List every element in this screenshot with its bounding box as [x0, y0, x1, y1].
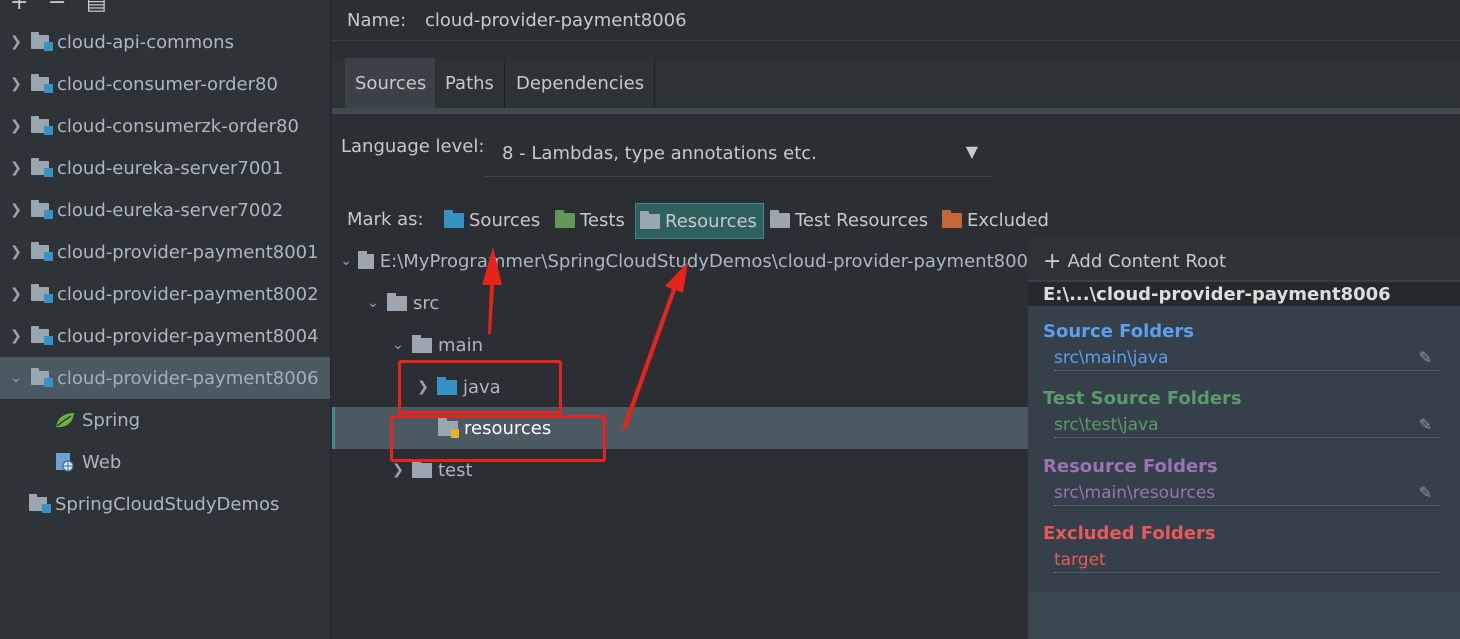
annotation-arrows: [482, 247, 688, 430]
annotation-arrow-up: [482, 247, 502, 334]
annotation-arrow-diagonal: [622, 262, 688, 430]
